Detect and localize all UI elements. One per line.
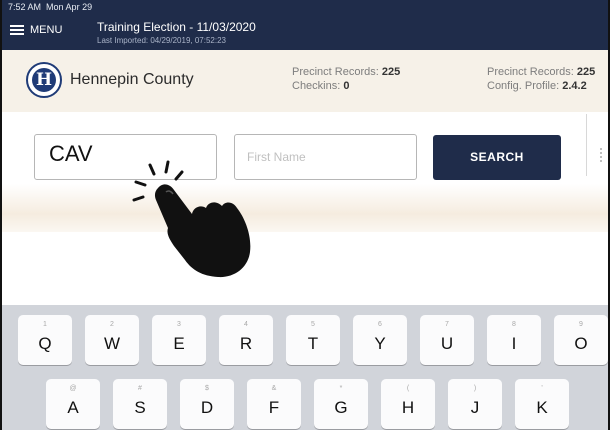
key-d[interactable]: $ D [180, 379, 234, 429]
hamburger-icon [10, 25, 24, 35]
key-e[interactable]: 3E [152, 315, 206, 365]
key-r[interactable]: 4R [219, 315, 273, 365]
last-name-value: CAV [49, 141, 93, 166]
key-o[interactable]: 9O [554, 315, 608, 365]
checkins-label: Checkins: [292, 80, 341, 92]
tap-hand-icon [132, 160, 251, 278]
precinct-records-value: 225 [381, 66, 401, 78]
county-name: Hennepin County [70, 71, 194, 88]
key-j[interactable]: ) J [448, 379, 502, 429]
key-y[interactable]: 6Y [353, 315, 407, 365]
on-screen-keyboard: 1Q 2W 3E 4R 5T 6Y 7U 8I 9O @ A # S $ D & F *… [2, 305, 608, 430]
top-nav-bar: 7:52 AM Mon Apr 29 MENU Training Electio… [2, 0, 608, 50]
key-f[interactable]: & F [247, 379, 301, 429]
last-imported: Last Imported: 04/29/2019, 07:52:23 [97, 36, 226, 45]
first-name-input[interactable]: First Name [234, 134, 417, 180]
config-profile-value: 2.4.2 [562, 80, 587, 92]
search-area: CAV First Name SEARCH [2, 112, 608, 232]
key-q[interactable]: 1Q [18, 315, 72, 365]
app-frame: 7:52 AM Mon Apr 29 MENU Training Electio… [0, 0, 610, 430]
config-profile-label: Config. Profile: [487, 80, 560, 92]
key-h[interactable]: (H [381, 379, 435, 429]
precinct-records-value-2: 225 [576, 66, 596, 78]
search-button[interactable]: SEARCH [433, 135, 561, 180]
key-g[interactable]: * G [314, 379, 368, 429]
logo-letter: H [35, 70, 53, 90]
key-t[interactable]: 5T [286, 315, 340, 365]
right-divider [586, 114, 587, 176]
stats-block-1: Precinct Records: 225 Checkins: 0 [292, 65, 400, 93]
status-bar: 7:52 AM Mon Apr 29 [8, 2, 92, 12]
status-date: Mon Apr 29 [46, 2, 93, 12]
checkins-value: 0 [343, 80, 350, 92]
more-icon[interactable] [600, 148, 604, 162]
key-a[interactable]: @ A [46, 379, 100, 429]
key-u[interactable]: 7U [420, 315, 474, 365]
election-title: Training Election - 11/03/2020 [97, 20, 256, 34]
status-time: 7:52 AM [8, 2, 42, 12]
key-k[interactable]: ' K [515, 379, 569, 429]
key-s[interactable]: # S [113, 379, 167, 429]
key-w[interactable]: 2W [85, 315, 139, 365]
menu-button[interactable]: MENU [10, 24, 62, 36]
county-logo: H [26, 62, 62, 98]
county-header: H Hennepin County Precinct Records: 225 … [2, 50, 608, 112]
key-i[interactable]: 8I [487, 315, 541, 365]
menu-label: MENU [30, 24, 63, 36]
precinct-records-label: Precinct Records: [292, 66, 379, 78]
stats-block-2: Precinct Records: 225 Config. Profile: 2… [487, 65, 608, 93]
precinct-records-label-2: Precinct Records: [487, 66, 574, 78]
election-info: Training Election - 11/03/2020 Last Impo… [97, 20, 256, 45]
